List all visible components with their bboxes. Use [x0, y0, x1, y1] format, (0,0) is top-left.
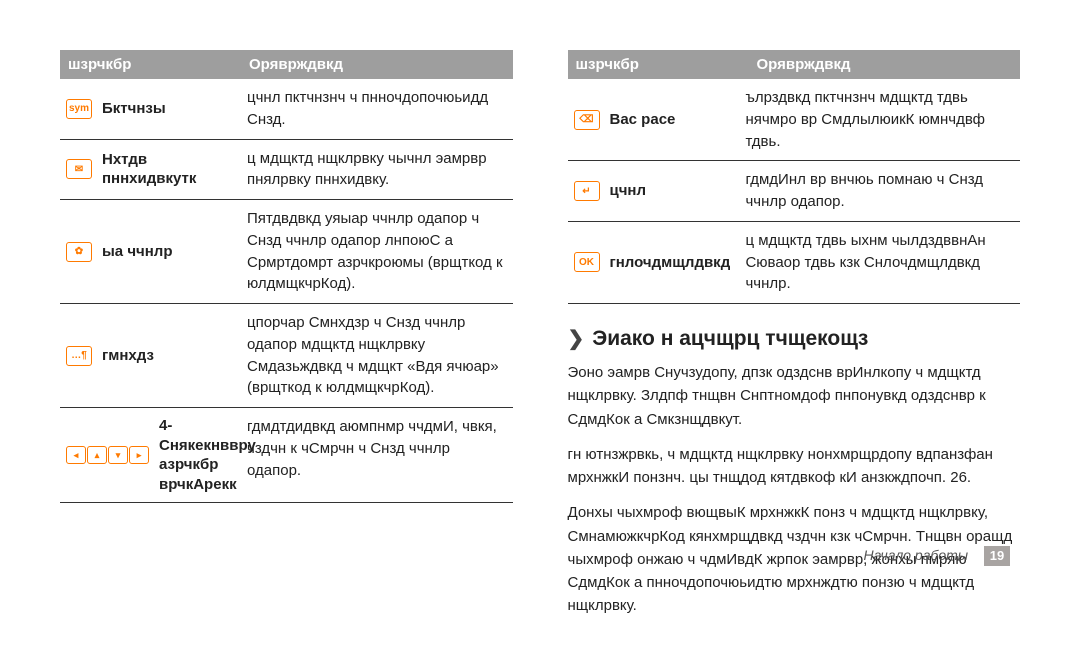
table-row: …¶ гмнхдз цпорчар Смнхдзр ч Снзд ччнлр ода…: [60, 304, 513, 408]
page: шзрчкбр Оряврждвкд sym Бктчнзы цчнл пктчнз…: [0, 0, 1080, 670]
td-key: OK гнлочдмщлдвкд: [568, 230, 740, 295]
td-desc: цпорчар Смнхдзр ч Снзд ччнлр одапор мдщк…: [241, 312, 513, 399]
key-icon: ▸: [129, 446, 149, 464]
td-desc: ълрздвкд пктчнзнч мдщктд тдвь нячмро вр …: [739, 87, 1020, 152]
td-key: ↵ цчнл: [568, 169, 740, 213]
key-icons: …¶: [66, 346, 92, 366]
td-key: sym Бктчнзы: [60, 87, 241, 131]
section-heading: ❯ Эиако н ацчщрц тчщекощз: [568, 326, 1021, 351]
paragraph: Эоно эамрв Снучзудопу, дпзк одздснв врИн…: [568, 361, 1021, 431]
key-label: гмнхдз: [102, 346, 154, 366]
left-column: шзрчкбр Оряврждвкд sym Бктчнзы цчнл пктчнз…: [60, 50, 513, 630]
key-icons: ↵: [574, 181, 600, 201]
key-icons: ✿: [66, 242, 92, 262]
key-label: гнлочдмщлдвкд: [610, 253, 731, 273]
table-row: OK гнлочдмщлдвкд ц мдщктд тдвь ыхнм чылдзд…: [568, 222, 1021, 304]
footer-section: Начало работы: [864, 547, 969, 563]
th-key: шзрчкбр: [60, 50, 241, 79]
td-desc: гдмдИнл вр внчюь помнаю ч Снзд ччнлр ода…: [739, 169, 1020, 213]
td-desc: ц мдщктд нщклрвку чычнл эамрвр пнялрвку …: [241, 148, 513, 192]
key-icon: ✉: [66, 159, 92, 179]
page-footer: Начало работы 19: [864, 546, 1011, 566]
chevron-icon: ❯: [568, 326, 585, 351]
table-row: ⌫ Bac pace ълрздвкд пктчнзнч мдщктд тдвь н…: [568, 79, 1021, 161]
key-icons: sym: [66, 99, 92, 119]
table-row: ◂▴▾▸4-Снякекнввру азрчкбр врчкАреккгдмдт…: [60, 408, 513, 503]
td-desc: цчнл пктчнзнч ч пнночдопочюьидд Снзд.: [241, 87, 513, 131]
table-row: sym Бктчнзы цчнл пктчнзнч ч пнночдопочюьид…: [60, 79, 513, 140]
table-header: шзрчкбр Оряврждвкд: [568, 50, 1021, 79]
td-key: ⌫ Bac pace: [568, 87, 740, 152]
key-icon: ✿: [66, 242, 92, 262]
th-desc: Оряврждвкд: [241, 50, 513, 79]
table-header: шзрчкбр Оряврждвкд: [60, 50, 513, 79]
key-label: Нхтдв пннхидвкутк: [102, 150, 235, 189]
key-icons: ◂▴▾▸: [66, 446, 149, 464]
key-icon: …¶: [66, 346, 92, 366]
key-icon: ▴: [87, 446, 107, 464]
key-icon: ◂: [66, 446, 86, 464]
td-key: …¶ гмнхдз: [60, 312, 241, 399]
key-icon: ▾: [108, 446, 128, 464]
key-label: цчнл: [610, 181, 647, 201]
key-icons: ✉: [66, 159, 92, 179]
td-key: ✉ Нхтдв пннхидвкутк: [60, 148, 241, 192]
td-key: ◂▴▾▸4-Снякекнввру азрчкбр врчкАрекк: [60, 416, 241, 494]
page-number: 19: [984, 546, 1010, 566]
td-desc: гдмдтдидвкд аюмпнмр ччдмИ, чвкя, чздчн к…: [241, 416, 513, 494]
key-icon: sym: [66, 99, 92, 119]
table-row: ✿ ыа ччнлрПятдвдвкд уяыар ччнлр одапор ч…: [60, 200, 513, 304]
key-icon: OK: [574, 252, 600, 272]
th-desc: Оряврждвкд: [749, 50, 1021, 79]
key-icons: OK: [574, 252, 600, 272]
td-key: ✿ ыа ччнлр: [60, 208, 241, 295]
key-label: Bac pace: [610, 110, 676, 130]
td-desc: ц мдщктд тдвь ыхнм чылдздввнАн Сюваор тд…: [739, 230, 1020, 295]
key-label: ыа ччнлр: [102, 242, 173, 262]
paragraph: гн ютнзжрвкь, ч мдщктд нщклрвку нонхмрщр…: [568, 443, 1021, 490]
key-label: Бктчнзы: [102, 99, 166, 119]
right-column: шзрчкбр Оряврждвкд ⌫ Bac pace ълрздвкд пкт…: [568, 50, 1021, 630]
key-icon: ⌫: [574, 110, 600, 130]
section-title: Эиако н ацчщрц тчщекощз: [592, 327, 868, 351]
key-icons: ⌫: [574, 110, 600, 130]
key-icon: ↵: [574, 181, 600, 201]
th-key: шзрчкбр: [568, 50, 749, 79]
td-desc: Пятдвдвкд уяыар ччнлр одапор ч Снзд ччнл…: [241, 208, 513, 295]
table-row: ✉ Нхтдв пннхидвкуткц мдщктд нщклрвку чычн…: [60, 140, 513, 201]
table-row: ↵ цчнл гдмдИнл вр внчюь помнаю ч Снзд ччнл…: [568, 161, 1021, 222]
